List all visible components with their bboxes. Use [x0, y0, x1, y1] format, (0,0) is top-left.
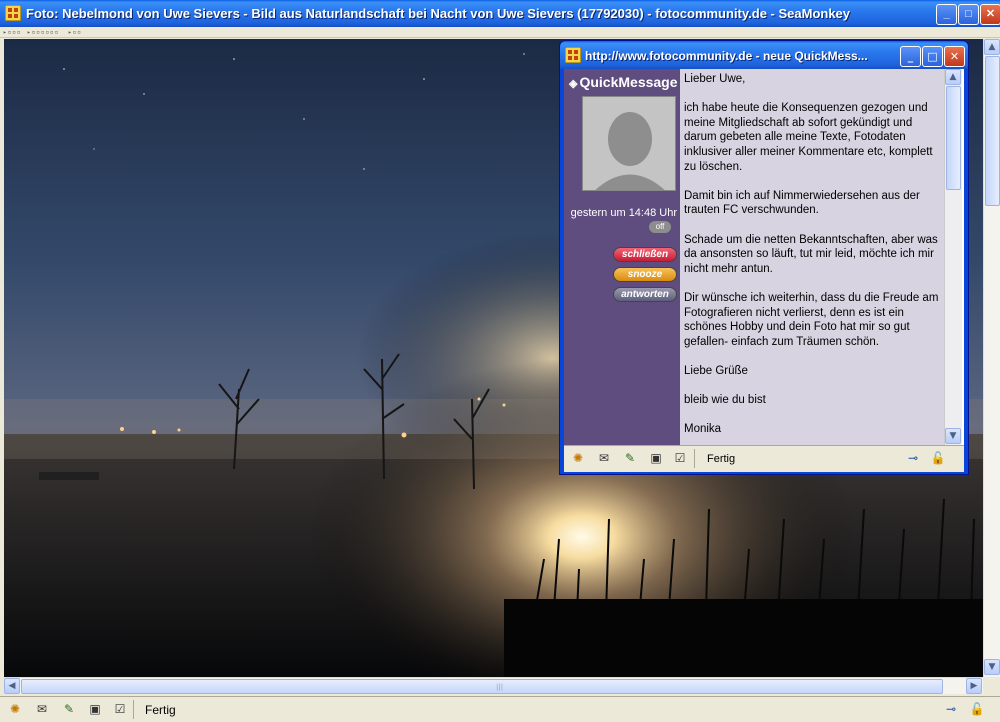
scroll-right-button[interactable]: ▶ [966, 678, 982, 694]
online-status-icon[interactable]: ⊸ [904, 451, 922, 466]
seamonkey-app-icon[interactable] [5, 5, 21, 21]
sender-avatar [582, 96, 676, 191]
security-lock-icon[interactable]: 🔓 [968, 702, 986, 717]
chatzilla-icon[interactable]: ☑ [111, 702, 129, 717]
mail-icon[interactable]: ✉ [33, 702, 51, 717]
tab-3[interactable]: ▸▫▫ [68, 29, 90, 36]
message-paragraph: Dir wünsche ich weiterhin, dass du die F… [684, 291, 939, 348]
snooze-button[interactable]: snooze [613, 267, 677, 282]
scroll-grip-icon: ||| [496, 683, 504, 691]
message-paragraph: Schade um die netten Bekanntschaften, ab… [684, 233, 938, 275]
quickmessage-popup-window: http://www.fotocommunity.de - neue Quick… [559, 40, 969, 475]
popup-vertical-scrollbar[interactable]: ▲ ▼ [944, 69, 962, 445]
address-book-icon[interactable]: ▣ [647, 451, 665, 466]
message-paragraph: Damit bin ich auf Nimmerwiedersehen aus … [684, 189, 920, 217]
status-separator [133, 700, 134, 719]
popup-scroll-down-button[interactable]: ▼ [945, 428, 961, 444]
message-paragraph: Monika [684, 423, 722, 436]
tab-strip: ▸▫▫▫ ▸▫▫▫▫▫▫ ▸▫▫ [0, 27, 1000, 38]
message-paragraph: bleib wie du bist [684, 394, 766, 407]
main-window-title: Foto: Nebelmond von Uwe Sievers - Bild a… [26, 6, 851, 21]
tab-1[interactable]: ▸▫▫▫ [3, 29, 25, 36]
scrollbar-corner [983, 677, 1000, 694]
close-button[interactable]: ✕ [980, 4, 1000, 25]
avatar-placeholder-icon [583, 97, 675, 190]
message-paragraph: Lieber Uwe, [684, 73, 746, 85]
horizontal-scroll-thumb[interactable]: ||| [21, 679, 943, 694]
chatzilla-icon[interactable]: ☑ [671, 451, 689, 466]
security-lock-icon[interactable]: 🔓 [929, 451, 947, 466]
popup-close-button[interactable]: ✕ [944, 46, 965, 67]
popup-window-title: http://www.fotocommunity.de - neue Quick… [585, 49, 868, 63]
minimize-button[interactable]: _ [936, 4, 957, 25]
maximize-button[interactable]: □ [958, 4, 979, 25]
quickmessage-logo: ◈ QuickMessage [569, 74, 678, 90]
mail-icon[interactable]: ✉ [595, 451, 613, 466]
seamonkey-app-icon[interactable] [565, 47, 581, 63]
online-status-icon[interactable]: ⊸ [942, 702, 960, 717]
close-message-button[interactable]: schließen [613, 247, 677, 262]
vertical-scrollbar[interactable]: ▲ ▼ [983, 39, 1000, 677]
quickmessage-sidebar: ◈ QuickMessage gestern um 14:48 Uhr off s… [564, 69, 680, 445]
popup-maximize-button[interactable]: □ [922, 46, 943, 67]
composer-icon[interactable]: ✎ [621, 451, 639, 466]
horizontal-scrollbar[interactable]: ◀ ||| ▶ [4, 677, 983, 694]
main-title-bar[interactable]: Foto: Nebelmond von Uwe Sievers - Bild a… [0, 0, 1000, 27]
popup-status-bar: ✺ ✉ ✎ ▣ ☑ Fertig ⊸ 🔓 [564, 445, 964, 472]
popup-content: ◈ QuickMessage gestern um 14:48 Uhr off s… [564, 69, 964, 445]
vertical-scroll-thumb[interactable] [985, 56, 1000, 206]
popup-title-bar[interactable]: http://www.fotocommunity.de - neue Quick… [560, 41, 968, 69]
navigator-icon[interactable]: ✺ [6, 702, 24, 717]
popup-minimize-button[interactable]: _ [900, 46, 921, 67]
status-separator [694, 449, 695, 468]
message-paragraph: Liebe Grüße [684, 364, 748, 377]
main-status-bar: ✺ ✉ ✎ ▣ ☑ Fertig ⊸ 🔓 [0, 696, 1000, 722]
composer-icon[interactable]: ✎ [60, 702, 78, 717]
quickmessage-logo-icon: ◈ [569, 78, 578, 90]
main-status-text: Fertig [145, 703, 176, 717]
message-paragraph: ich habe heute die Konsequenzen gezogen … [684, 102, 933, 173]
popup-scroll-up-button[interactable]: ▲ [945, 69, 961, 85]
quickmessage-logo-text: QuickMessage [579, 74, 678, 90]
popup-status-text: Fertig [707, 453, 736, 465]
navigator-icon[interactable]: ✺ [569, 451, 587, 466]
scroll-down-button[interactable]: ▼ [984, 659, 1000, 675]
scroll-up-button[interactable]: ▲ [984, 39, 1000, 55]
popup-scroll-thumb[interactable] [946, 86, 961, 190]
scroll-left-button[interactable]: ◀ [4, 678, 20, 694]
address-book-icon[interactable]: ▣ [86, 702, 104, 717]
online-status-badge: off [649, 221, 671, 233]
message-body: Lieber Uwe, ich habe heute die Konsequen… [680, 69, 944, 445]
tab-2[interactable]: ▸▫▫▫▫▫▫ [27, 29, 67, 36]
reply-button[interactable]: antworten [613, 287, 677, 302]
message-timestamp: gestern um 14:48 Uhr [570, 207, 677, 219]
